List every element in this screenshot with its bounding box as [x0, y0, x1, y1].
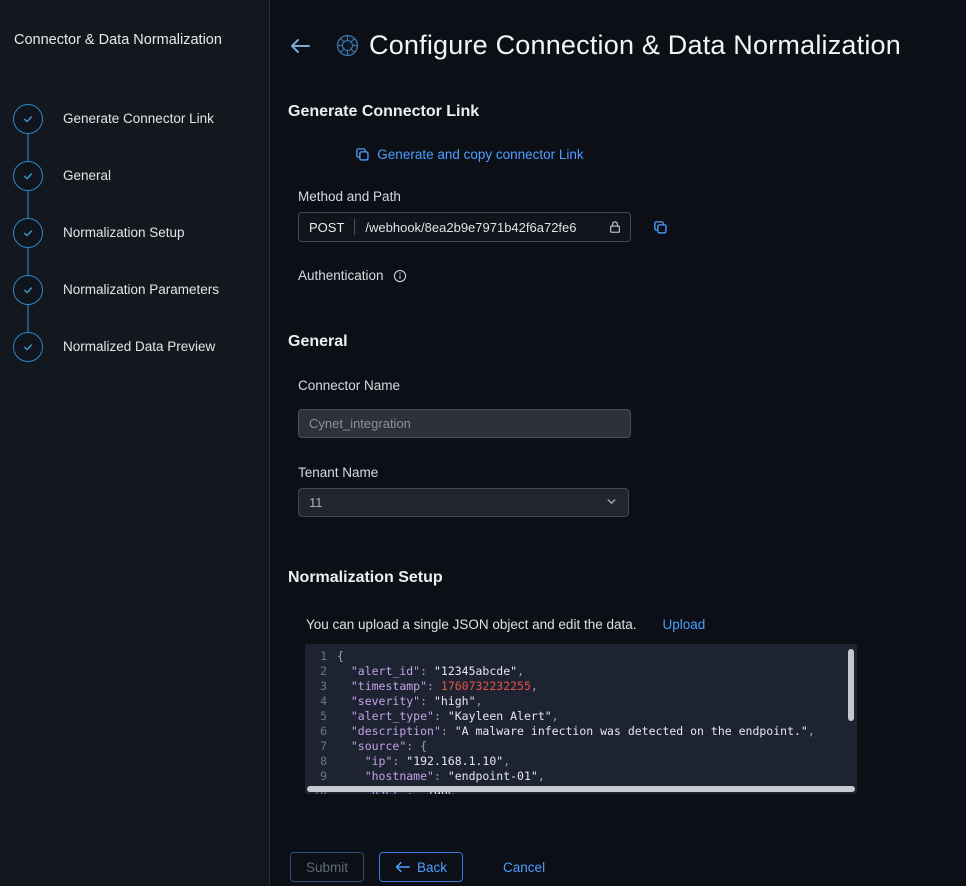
app-root: Connector & Data Normalization Generate … — [0, 0, 966, 886]
step-check-icon — [13, 332, 43, 362]
code-line[interactable]: 9 "hostname": "endpoint-01", — [305, 769, 857, 784]
back-arrow-button[interactable] — [288, 36, 312, 56]
step-label: Normalized Data Preview — [63, 339, 215, 354]
section-general: General Connector Name Tenant Name 11 — [288, 333, 966, 517]
code-line[interactable]: 1{ — [305, 649, 857, 664]
tenant-name-label: Tenant Name — [298, 465, 966, 480]
connector-logo-icon — [336, 34, 359, 57]
code-line[interactable]: 6 "description": "A malware infection wa… — [305, 724, 857, 739]
cancel-button[interactable]: Cancel — [488, 852, 560, 882]
method-path-field: POST /webhook/8ea2b9e7971b42f6a72fe6 — [298, 212, 631, 242]
stepper-item[interactable]: Generate Connector Link — [0, 90, 269, 147]
code-line[interactable]: 8 "ip": "192.168.1.10", — [305, 754, 857, 769]
general-section-heading: General — [288, 333, 966, 351]
generate-copy-connector-link[interactable]: Generate and copy connector Link — [355, 147, 583, 162]
step-label: Normalization Parameters — [63, 282, 219, 297]
sidebar: Connector & Data Normalization Generate … — [0, 0, 270, 886]
stepper-item[interactable]: Normalized Data Preview — [0, 318, 269, 375]
generate-section-heading: Generate Connector Link — [288, 103, 966, 121]
lock-icon — [608, 220, 622, 234]
authentication-row: Authentication — [298, 268, 966, 283]
connector-name-input[interactable] — [298, 409, 631, 438]
tenant-name-value: 11 — [309, 495, 323, 510]
upload-hint-row: You can upload a single JSON object and … — [306, 617, 966, 632]
section-normalization-setup: Normalization Setup You can upload a sin… — [288, 569, 966, 794]
code-editor-lines: 1{2 "alert_id": "12345abcde",3 "timestam… — [305, 649, 857, 794]
vertical-scrollbar[interactable] — [848, 649, 854, 721]
step-label: General — [63, 168, 111, 183]
step-check-icon — [13, 104, 43, 134]
copy-path-button[interactable] — [651, 218, 670, 237]
back-button-label: Back — [417, 860, 447, 875]
json-code-editor[interactable]: 1{2 "alert_id": "12345abcde",3 "timestam… — [305, 644, 857, 794]
step-check-icon — [13, 218, 43, 248]
code-line[interactable]: 4 "severity": "high", — [305, 694, 857, 709]
step-label: Generate Connector Link — [63, 111, 214, 126]
code-line[interactable]: 7 "source": { — [305, 739, 857, 754]
stepper-item[interactable]: General — [0, 147, 269, 204]
step-label: Normalization Setup — [63, 225, 185, 240]
section-generate-connector-link: Generate Connector Link Generate and cop… — [288, 103, 966, 283]
authentication-label: Authentication — [298, 268, 384, 283]
generate-copy-link-row: Generate and copy connector Link — [298, 147, 641, 162]
code-line[interactable]: 3 "timestamp": 1760732232255, — [305, 679, 857, 694]
field-divider — [354, 219, 355, 235]
generate-copy-link-label: Generate and copy connector Link — [377, 147, 583, 162]
webhook-path: /webhook/8ea2b9e7971b42f6a72fe6 — [365, 220, 598, 235]
main-content: Configure Connection & Data Normalizatio… — [270, 0, 966, 886]
step-check-icon — [13, 161, 43, 191]
footer-actions: Submit Back Cancel — [290, 852, 966, 882]
info-icon[interactable] — [393, 269, 407, 283]
stepper-item[interactable]: Normalization Setup — [0, 204, 269, 261]
upload-hint-text: You can upload a single JSON object and … — [306, 617, 637, 632]
stepper: Generate Connector Link General Normalizat… — [0, 90, 269, 375]
copy-icon — [355, 147, 370, 162]
connector-name-label: Connector Name — [298, 378, 966, 393]
page-header: Configure Connection & Data Normalizatio… — [288, 30, 966, 61]
normalization-section-heading: Normalization Setup — [288, 569, 966, 587]
chevron-down-icon — [605, 495, 618, 511]
sidebar-title: Connector & Data Normalization — [0, 32, 269, 48]
method-path-label: Method and Path — [298, 189, 966, 204]
page-title: Configure Connection & Data Normalizatio… — [369, 30, 901, 61]
stepper-item[interactable]: Normalization Parameters — [0, 261, 269, 318]
code-line[interactable]: 2 "alert_id": "12345abcde", — [305, 664, 857, 679]
back-button[interactable]: Back — [379, 852, 463, 882]
code-line[interactable]: 5 "alert_type": "Kayleen Alert", — [305, 709, 857, 724]
method-path-row: POST /webhook/8ea2b9e7971b42f6a72fe6 — [298, 212, 966, 242]
tenant-name-select[interactable]: 11 — [298, 488, 629, 517]
submit-button[interactable]: Submit — [290, 852, 364, 882]
http-method: POST — [309, 220, 344, 235]
upload-link[interactable]: Upload — [663, 617, 706, 632]
horizontal-scrollbar[interactable] — [307, 786, 855, 792]
step-check-icon — [13, 275, 43, 305]
